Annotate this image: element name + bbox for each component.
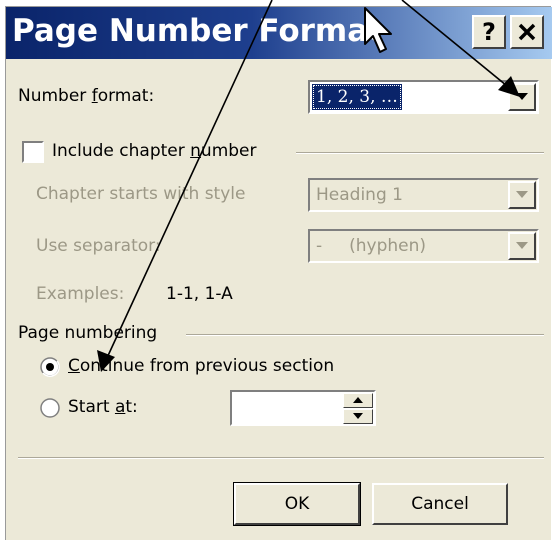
mouse-cursor-icon xyxy=(364,7,392,53)
annotation-arrow-to-continue xyxy=(97,0,273,372)
annotation-overlay xyxy=(97,0,520,372)
annotation-arrow-to-dropdown xyxy=(401,0,520,97)
